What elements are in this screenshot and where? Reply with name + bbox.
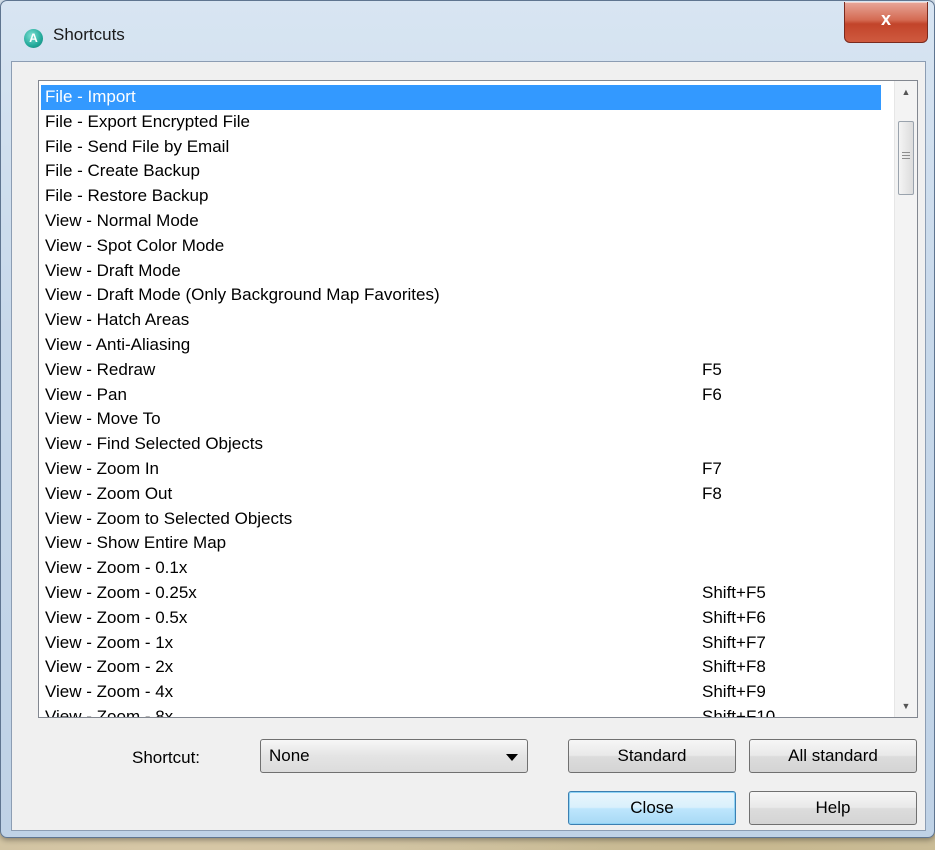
list-item[interactable]: View - Zoom Out F8	[41, 482, 881, 507]
list-item[interactable]: File - Import	[41, 85, 881, 110]
list-item[interactable]: View - Zoom - 0.1x	[41, 556, 881, 581]
list-item[interactable]: View - Draft Mode	[41, 259, 881, 284]
list-item-command: File - Create Backup	[45, 161, 200, 181]
list-item-command: View - Zoom - 1x	[45, 632, 174, 652]
list-item-command: View - Redraw	[45, 359, 156, 379]
list-item-shortcut: Shift+F10	[702, 706, 776, 718]
list-item[interactable]: View - Anti-Aliasing	[41, 333, 881, 358]
list-item[interactable]: View - Spot Color Mode	[41, 234, 881, 259]
list-item-shortcut: F5	[702, 359, 722, 379]
dialog-body: File - Import File - Export Encrypted Fil…	[11, 61, 926, 831]
list-item[interactable]: File - Send File by Email	[41, 135, 881, 160]
list-item-command: View - Move To	[45, 409, 161, 429]
scroll-up-arrow-icon[interactable]: ▲	[895, 81, 917, 103]
close-window-button[interactable]: x	[844, 2, 928, 43]
list-item[interactable]: File - Create Backup	[41, 159, 881, 184]
list-item[interactable]: View - Redraw F5	[41, 358, 881, 383]
list-item[interactable]: View - Zoom to Selected Objects	[41, 507, 881, 532]
list-item-shortcut: Shift+F8	[702, 657, 766, 677]
list-item-command: View - Zoom - 0.5x	[45, 607, 188, 627]
shortcut-dropdown[interactable]: None	[260, 739, 528, 773]
title-bar[interactable]: A Shortcuts x	[1, 1, 934, 61]
vertical-scrollbar[interactable]: ▲ ▼	[894, 81, 917, 717]
list-item[interactable]: View - Draft Mode (Only Background Map F…	[41, 283, 881, 308]
list-item[interactable]: File - Export Encrypted File	[41, 110, 881, 135]
list-item-command: View - Zoom - 0.25x	[45, 582, 197, 602]
list-item[interactable]: View - Show Entire Map	[41, 531, 881, 556]
list-item[interactable]: View - Normal Mode	[41, 209, 881, 234]
shortcut-dropdown-value: None	[269, 746, 310, 765]
list-item[interactable]: View - Zoom - 2x Shift+F8	[41, 655, 881, 680]
list-item[interactable]: View - Zoom In F7	[41, 457, 881, 482]
list-item-command: View - Zoom Out	[45, 483, 173, 503]
list-item-command: View - Spot Color Mode	[45, 235, 225, 255]
scroll-thumb[interactable]	[898, 121, 914, 195]
app-icon: A	[24, 29, 43, 48]
shortcut-label: Shortcut:	[132, 748, 201, 767]
shortcuts-dialog: A Shortcuts x File - Import File - Export…	[0, 0, 935, 838]
list-item-command: File - Export Encrypted File	[45, 111, 251, 131]
list-item[interactable]: View - Zoom - 1x Shift+F7	[41, 631, 881, 656]
window-title: Shortcuts	[53, 25, 125, 44]
list-item-shortcut: F8	[702, 483, 722, 503]
list-item-command: View - Anti-Aliasing	[45, 334, 191, 354]
list-item[interactable]: View - Zoom - 0.25x Shift+F5	[41, 581, 881, 606]
list-item-shortcut: F6	[702, 384, 722, 404]
standard-button[interactable]: Standard	[568, 739, 736, 773]
list-item-command: View - Normal Mode	[45, 210, 199, 230]
list-item[interactable]: View - Move To	[41, 407, 881, 432]
all-standard-button[interactable]: All standard	[749, 739, 917, 773]
list-item-shortcut: Shift+F6	[702, 607, 766, 627]
list-item-command: View - Draft Mode (Only Background Map F…	[45, 285, 440, 305]
list-item[interactable]: View - Zoom - 0.5x Shift+F6	[41, 606, 881, 631]
list-item-command: View - Zoom - 2x	[45, 657, 174, 677]
list-item-shortcut: Shift+F5	[702, 582, 766, 602]
list-item-command: View - Find Selected Objects	[45, 434, 263, 454]
list-item-command: View - Zoom - 8x	[45, 706, 174, 718]
list-item-command: View - Draft Mode	[45, 260, 181, 280]
shortcuts-list-rows: File - Import File - Export Encrypted Fil…	[41, 85, 881, 718]
list-item[interactable]: View - Hatch Areas	[41, 308, 881, 333]
close-button[interactable]: Close	[568, 791, 736, 825]
list-item[interactable]: View - Find Selected Objects	[41, 432, 881, 457]
list-item[interactable]: File - Restore Backup	[41, 184, 881, 209]
list-item-command: View - Pan	[45, 384, 127, 404]
chevron-down-icon	[506, 754, 518, 761]
list-item-command: View - Zoom - 4x	[45, 682, 174, 702]
list-item-command: View - Show Entire Map	[45, 533, 227, 553]
list-item[interactable]: View - Zoom - 4x Shift+F9	[41, 680, 881, 705]
list-item-shortcut: Shift+F7	[702, 632, 766, 652]
help-button[interactable]: Help	[749, 791, 917, 825]
grip-icon	[902, 152, 910, 161]
list-item-command: View - Zoom - 0.1x	[45, 558, 188, 578]
list-item-shortcut: Shift+F9	[702, 682, 766, 702]
list-item-shortcut: F7	[702, 458, 722, 478]
list-item[interactable]: View - Pan F6	[41, 383, 881, 408]
list-item[interactable]: View - Zoom - 8x Shift+F10	[41, 705, 881, 718]
list-item-command: View - Zoom In	[45, 458, 160, 478]
list-item-command: View - Zoom to Selected Objects	[45, 508, 293, 528]
list-item-command: File - Restore Backup	[45, 186, 209, 206]
list-item-command: View - Hatch Areas	[45, 310, 190, 330]
list-item-command: File - Import	[45, 87, 136, 106]
list-item-command: File - Send File by Email	[45, 136, 230, 156]
shortcuts-list[interactable]: File - Import File - Export Encrypted Fil…	[38, 80, 918, 718]
scroll-down-arrow-icon[interactable]: ▼	[895, 695, 917, 717]
